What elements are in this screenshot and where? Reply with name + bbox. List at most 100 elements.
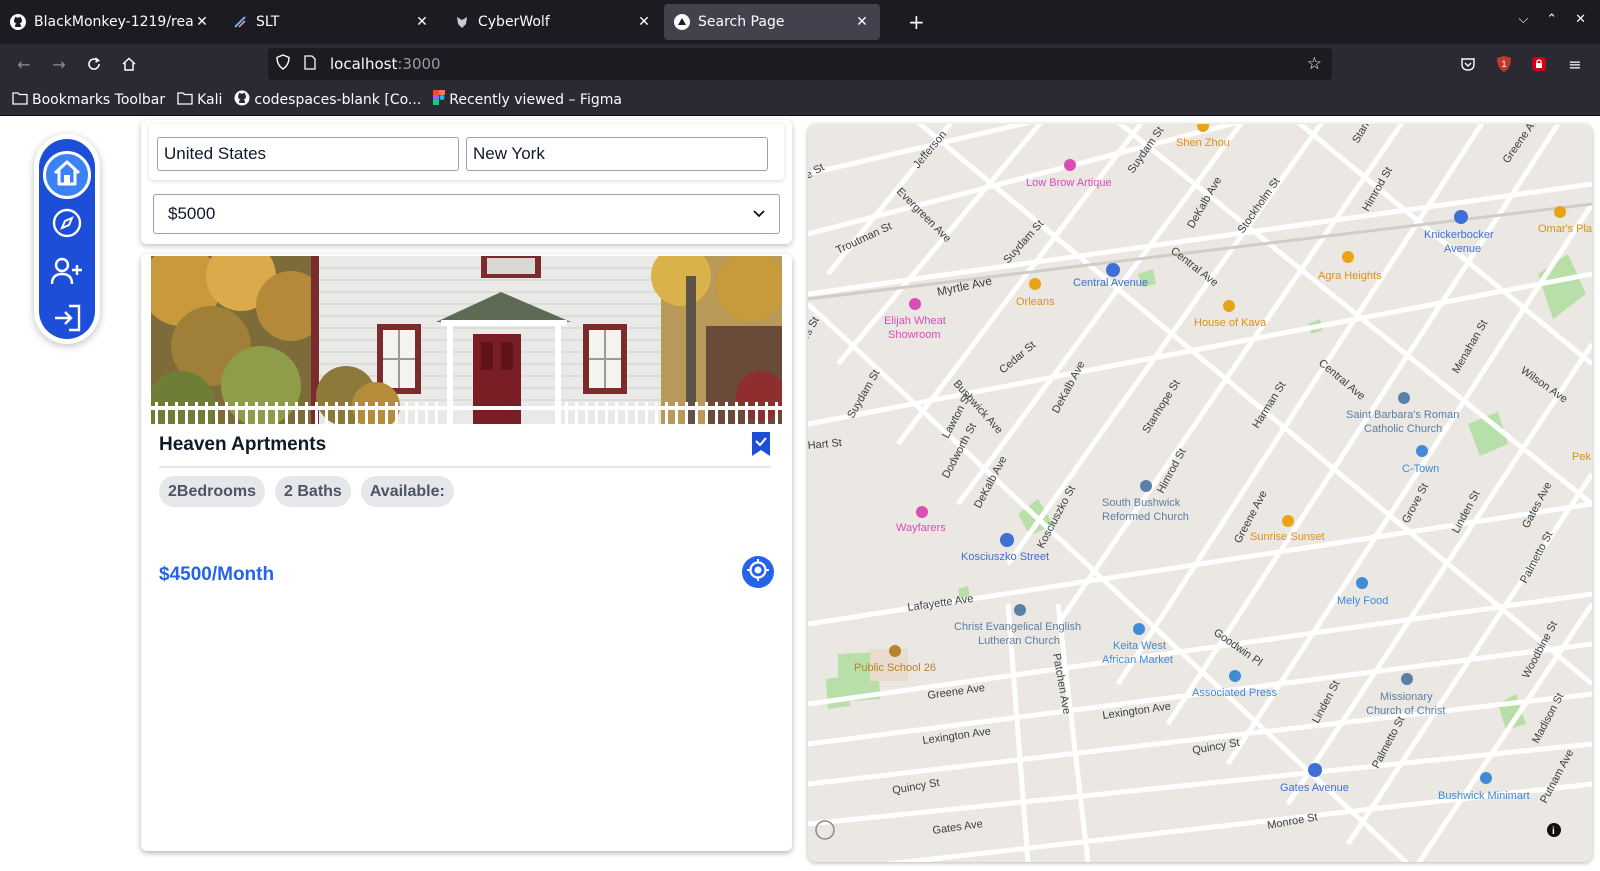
place-label: Agra Heights (1318, 270, 1382, 282)
tab-cyberwolf[interactable]: CyberWolf ✕ (444, 4, 662, 40)
close-icon[interactable]: ✕ (414, 14, 430, 30)
home-icon[interactable] (117, 52, 141, 76)
page: $5000 (0, 116, 1600, 871)
pocket-icon[interactable] (1458, 54, 1478, 74)
bookmark-item[interactable]: codespaces-blank [Co... (234, 90, 421, 110)
place-label: Gates Avenue (1280, 782, 1349, 794)
sidebar (34, 134, 100, 344)
target-icon (747, 559, 769, 585)
shield-icon[interactable] (276, 54, 294, 74)
place-label: C-Town (1402, 463, 1439, 475)
page-icon[interactable] (304, 54, 322, 74)
place-label: Kosciuszko Street (961, 551, 1049, 563)
github-icon (10, 14, 26, 30)
listing-price: $4500/Month (159, 564, 275, 585)
tab-title: Search Page (698, 14, 785, 30)
close-icon[interactable]: ✕ (194, 14, 210, 30)
github-icon (234, 90, 250, 110)
sidebar-item-add-user[interactable] (48, 254, 86, 292)
svg-text:South Bushwick: South Bushwick (1102, 497, 1181, 509)
svg-text:Elijah Wheat: Elijah Wheat (884, 315, 946, 327)
tab-title: BlackMonkey-1219/react- (34, 14, 194, 30)
url-host: localhost (330, 55, 398, 73)
sidebar-item-login[interactable] (48, 301, 86, 339)
svg-text:Christ Evangelical English: Christ Evangelical English (954, 621, 1081, 633)
listing-title: Heaven Aprtments (159, 434, 327, 455)
city-input[interactable] (466, 137, 768, 171)
place-label: Low Brow Artique (1026, 177, 1112, 189)
chevron-up-icon[interactable]: ⌃ (1546, 12, 1557, 27)
slt-icon (232, 14, 248, 30)
url-port: :3000 (397, 55, 441, 73)
svg-text:African Market: African Market (1102, 654, 1173, 666)
listing-image[interactable] (151, 256, 782, 424)
locate-button[interactable] (742, 556, 774, 588)
nav-bar: ← → localhost:3000 ☆ 1 ≡ (0, 44, 1600, 84)
map[interactable]: Jefferson Suydam St Evergreen Ave Troutm… (808, 124, 1592, 862)
bookmark-item[interactable]: Bookmarks Toolbar (12, 91, 165, 109)
folder-icon (177, 91, 193, 109)
cyberwolf-icon (454, 14, 470, 30)
close-icon[interactable]: ✕ (854, 14, 870, 30)
svg-text:i: i (1552, 826, 1555, 837)
tab-bar: BlackMonkey-1219/react- ✕ SLT ✕ CyberWol… (0, 0, 1600, 44)
feature-chip-bedrooms: 2Bedrooms (159, 476, 266, 507)
folder-icon (12, 91, 28, 109)
login-icon (51, 302, 83, 338)
bookmark-label: Bookmarks Toolbar (32, 91, 166, 108)
svg-text:1: 1 (1501, 59, 1506, 69)
sidebar-item-explore[interactable] (48, 206, 86, 244)
close-icon[interactable]: ✕ (636, 14, 652, 30)
bookmark-icon[interactable] (752, 432, 770, 456)
triangle-icon (674, 14, 690, 30)
place-label: House of Kava (1194, 317, 1267, 329)
lock-extension-icon[interactable] (1529, 54, 1549, 74)
bookmark-item[interactable]: Kali (177, 91, 222, 109)
place-label: Shen Zhou (1176, 137, 1230, 149)
bookmark-item[interactable]: Recently viewed – Figma (433, 89, 622, 110)
forward-arrow-icon[interactable]: → (47, 52, 71, 76)
new-tab-button[interactable]: + (908, 10, 925, 34)
reload-icon[interactable] (82, 52, 106, 76)
menu-icon[interactable]: ≡ (1565, 54, 1585, 74)
tab-slt[interactable]: SLT ✕ (222, 4, 440, 40)
star-icon[interactable]: ☆ (1307, 54, 1322, 74)
price-select-value: $5000 (168, 204, 216, 223)
place-label: Mely Food (1337, 595, 1388, 607)
close-icon[interactable]: ✕ (1575, 12, 1586, 27)
bookmark-label: codespaces-blank [Co... (254, 91, 422, 108)
bookmark-label: Recently viewed – Figma (449, 91, 622, 108)
sidebar-item-home[interactable] (43, 151, 91, 199)
compass-icon (51, 207, 83, 243)
place-label: Bushwick Minimart (1438, 790, 1530, 802)
tab-github[interactable]: BlackMonkey-1219/react- ✕ (0, 4, 220, 40)
ublock-icon[interactable]: 1 (1494, 54, 1514, 74)
svg-text:Knickerbocker: Knickerbocker (1424, 229, 1494, 241)
tab-search-page[interactable]: Search Page ✕ (664, 4, 880, 40)
svg-text:Reformed Church: Reformed Church (1102, 511, 1189, 523)
svg-text:Church of Christ: Church of Christ (1366, 705, 1445, 717)
svg-text:Avenue: Avenue (1444, 243, 1481, 255)
place-label: Public School 26 (854, 662, 936, 674)
svg-text:Lutheran Church: Lutheran Church (978, 635, 1060, 647)
tab-title: CyberWolf (478, 14, 550, 30)
place-label: Orleans (1016, 296, 1055, 308)
home-icon (53, 160, 81, 190)
url-bar[interactable]: localhost:3000 ☆ (268, 48, 1332, 80)
country-input[interactable] (157, 137, 459, 171)
back-arrow-icon[interactable]: ← (12, 52, 36, 76)
listing-panel: Heaven Aprtments 2Bedrooms 2 Baths Avail… (141, 254, 792, 851)
place-label: Associated Press (1192, 687, 1277, 699)
divider (159, 466, 771, 468)
svg-text:Missionary: Missionary (1380, 691, 1433, 703)
svg-text:Saint Barbara's Roman: Saint Barbara's Roman (1346, 409, 1459, 421)
feature-chip-availability: Available: (360, 476, 454, 507)
svg-text:Catholic Church: Catholic Church (1364, 423, 1442, 435)
location-row (149, 124, 784, 180)
url-text: localhost:3000 (330, 55, 441, 73)
bookmarks-toolbar: Bookmarks Toolbar Kali codespaces-blank … (0, 84, 1600, 116)
feature-chip-baths: 2 Baths (275, 476, 351, 507)
chevron-down-icon (753, 207, 765, 221)
price-select[interactable]: $5000 (153, 194, 780, 234)
chevron-down-icon[interactable]: ⌵ (1518, 12, 1528, 27)
